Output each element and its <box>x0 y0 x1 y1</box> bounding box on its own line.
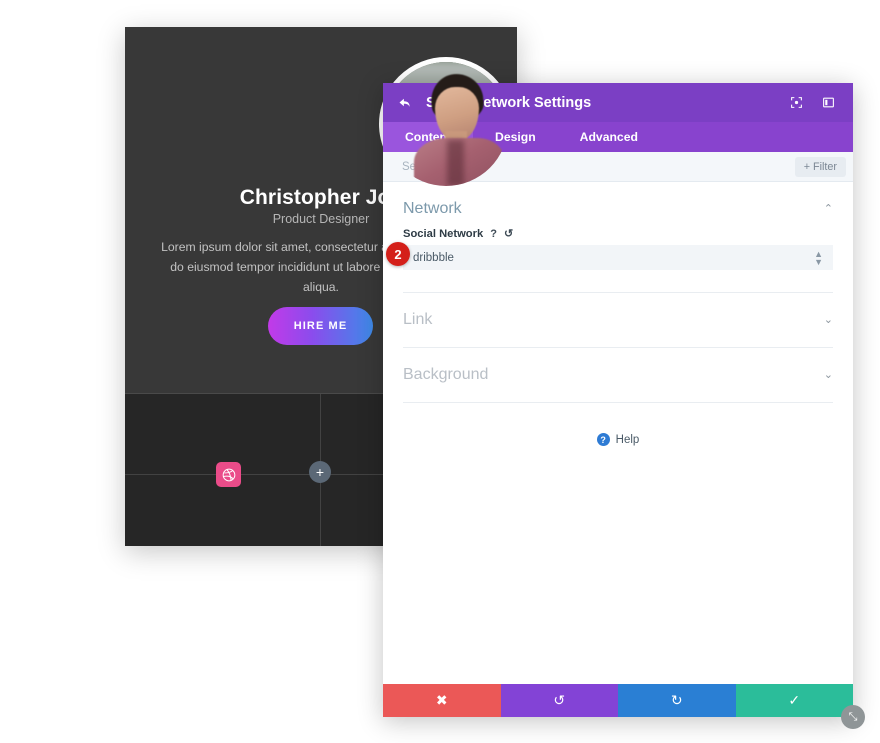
chevron-up-icon: ⌃ <box>823 202 833 215</box>
social-network-field-label-row: Social Network ? ↺ <box>403 228 833 245</box>
help-question-icon[interactable]: ? <box>490 228 497 240</box>
back-arrow-icon[interactable] <box>397 95 412 110</box>
section-background-header[interactable]: Background ⌄ <box>403 348 833 394</box>
redo-button[interactable]: ↻ <box>618 684 736 717</box>
reset-icon[interactable]: ↺ <box>504 228 513 240</box>
chevron-down-icon: ⌄ <box>823 313 833 326</box>
filter-button[interactable]: + Filter <box>794 156 846 177</box>
dribbble-icon[interactable] <box>216 462 241 487</box>
help-circle-icon: ? <box>596 433 610 446</box>
section-network-header[interactable]: Network ⌃ <box>403 182 833 228</box>
section-divider <box>403 402 833 403</box>
section-link-title: Link <box>403 311 433 328</box>
cancel-button[interactable]: ✖ <box>383 684 501 717</box>
step-badge-2: 2 <box>386 242 410 266</box>
social-network-label: Social Network <box>403 228 484 240</box>
layout-panel-icon[interactable] <box>817 92 839 114</box>
help-row[interactable]: ? Help <box>383 433 853 446</box>
section-background: Background ⌄ <box>383 348 853 403</box>
stepper-arrows-icon[interactable]: ▲ ▼ <box>814 249 823 266</box>
add-social-icon-button[interactable]: + <box>309 461 331 483</box>
section-link: Link ⌄ <box>383 293 853 348</box>
modal-footer: ✖ ↺ ↻ ✓ ⤡ <box>383 684 865 729</box>
fullscreen-icon[interactable] <box>785 92 807 114</box>
section-network: Network ⌃ Social Network ? ↺ 2 dribbble … <box>383 182 853 293</box>
avatar-face <box>413 71 505 186</box>
section-link-header[interactable]: Link ⌄ <box>403 293 833 339</box>
chevron-down-icon: ⌄ <box>823 368 833 381</box>
resize-handle-icon[interactable]: ⤡ <box>841 705 865 729</box>
tab-advanced[interactable]: Advanced <box>558 122 660 152</box>
section-background-title: Background <box>403 366 489 383</box>
social-network-selected-value: dribbble <box>413 251 454 264</box>
help-label: Help <box>615 433 640 446</box>
hire-me-button[interactable]: HIRE ME <box>268 307 373 345</box>
save-button[interactable]: ✓ <box>735 684 853 717</box>
avatar-shirt-shadow <box>447 140 465 186</box>
social-network-select[interactable]: 2 dribbble ▲ ▼ <box>386 242 833 270</box>
undo-button[interactable]: ↺ <box>500 684 618 717</box>
section-network-title: Network <box>403 200 462 217</box>
modal-body: Network ⌃ Social Network ? ↺ 2 dribbble … <box>383 182 853 684</box>
